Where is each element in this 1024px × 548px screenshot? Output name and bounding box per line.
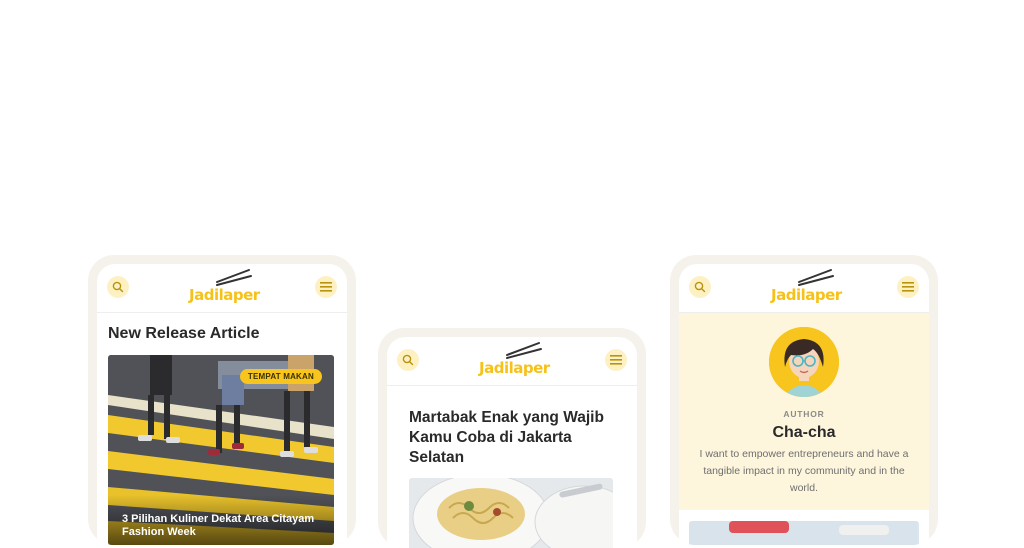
- author-panel: AUTHOR Cha-cha I want to empower entrepr…: [679, 313, 929, 510]
- top-bar: Jadilaper: [679, 264, 929, 313]
- logo-text: Jadilaper: [771, 286, 842, 304]
- phone-mockup-article: Jadilaper Martabak Enak yang Wajib Kamu …: [378, 328, 646, 548]
- phone-screen: Jadilaper AUTHOR Cha-cha I want to empow…: [679, 264, 929, 545]
- menu-icon[interactable]: [605, 349, 627, 371]
- menu-icon[interactable]: [315, 276, 337, 298]
- logo-text: Jadilaper: [189, 286, 260, 304]
- search-icon[interactable]: [107, 276, 129, 298]
- article-card-title[interactable]: 3 Pilihan Kuliner Dekat Area Citayam Fas…: [122, 513, 324, 539]
- author-role: AUTHOR: [783, 409, 825, 419]
- brand-logo[interactable]: Jadilaper: [479, 341, 550, 381]
- article-title: Martabak Enak yang Wajib Kamu Coba di Ja…: [409, 409, 604, 466]
- search-icon[interactable]: [397, 349, 419, 371]
- author-bio: I want to empower entrepreneurs and have…: [699, 448, 909, 494]
- avatar: [769, 327, 839, 397]
- author-name: Cha-cha: [772, 424, 836, 441]
- top-bar: Jadilaper: [387, 337, 637, 386]
- brand-logo[interactable]: Jadilaper: [189, 268, 260, 308]
- brand-logo[interactable]: Jadilaper: [771, 268, 842, 308]
- article-thumbnail[interactable]: [689, 521, 919, 545]
- article-card[interactable]: TEMPAT MAKAN 3 Pilihan Kuliner Dekat Are…: [108, 355, 334, 545]
- logo-text: Jadilaper: [479, 359, 550, 377]
- phone-screen: Jadilaper Martabak Enak yang Wajib Kamu …: [387, 337, 637, 548]
- top-bar: Jadilaper: [97, 264, 347, 313]
- category-badge[interactable]: TEMPAT MAKAN: [239, 369, 322, 384]
- phone-screen: Jadilaper New Release Article TEMPAT MAK…: [97, 264, 347, 545]
- search-icon[interactable]: [689, 276, 711, 298]
- food-photo: [409, 478, 613, 548]
- phone-mockup-author: Jadilaper AUTHOR Cha-cha I want to empow…: [670, 255, 938, 545]
- section-title: New Release Article: [108, 325, 260, 342]
- phone-mockup-home: Jadilaper New Release Article TEMPAT MAK…: [88, 255, 356, 545]
- menu-icon[interactable]: [897, 276, 919, 298]
